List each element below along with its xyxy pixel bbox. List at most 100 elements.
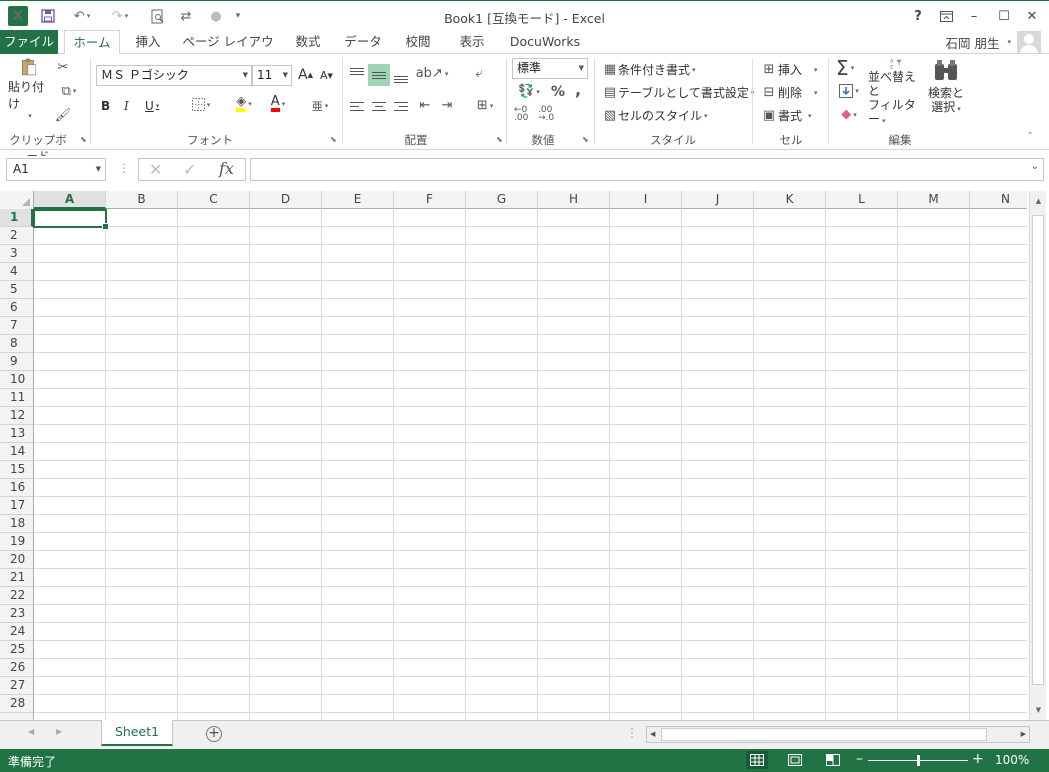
font-name-combo[interactable]: ＭＳ Ｐゴシック ▼ bbox=[96, 65, 252, 86]
row-header[interactable]: 2 bbox=[0, 227, 33, 245]
page-layout-view-icon[interactable] bbox=[784, 751, 806, 769]
row-header[interactable]: 22 bbox=[0, 587, 33, 605]
column-header[interactable]: F bbox=[394, 191, 466, 209]
row-header[interactable]: 3 bbox=[0, 245, 33, 263]
expand-formula-bar-icon[interactable]: ⌄ bbox=[1031, 161, 1039, 172]
row-header[interactable]: 8 bbox=[0, 335, 33, 353]
user-account[interactable]: 石岡 朋生 ▾ bbox=[946, 30, 1041, 54]
row-header[interactable]: 9 bbox=[0, 353, 33, 371]
zoom-in-button[interactable]: + bbox=[972, 751, 984, 767]
tab-split-handle[interactable]: ⋮ bbox=[626, 726, 638, 740]
alignment-launcher-icon[interactable]: ⬊ bbox=[496, 135, 503, 144]
find-select-button[interactable]: 検索と 選択 ▾ bbox=[928, 58, 964, 128]
row-header[interactable]: 15 bbox=[0, 461, 33, 479]
column-header[interactable]: N bbox=[970, 191, 1027, 209]
cut-icon[interactable]: ✂ bbox=[54, 58, 72, 76]
cancel-icon[interactable]: ✕ bbox=[149, 160, 162, 179]
align-right-icon[interactable] bbox=[392, 100, 410, 116]
phonetic-guide-icon[interactable]: 亜 ▾ bbox=[306, 98, 334, 114]
bottom-align-icon[interactable] bbox=[392, 68, 410, 84]
row-header[interactable]: 26 bbox=[0, 659, 33, 677]
add-sheet-button[interactable]: + bbox=[206, 726, 222, 742]
paste-dropdown[interactable]: ▾ bbox=[28, 112, 32, 120]
row-header[interactable]: 7 bbox=[0, 317, 33, 335]
collapse-ribbon-icon[interactable]: ˄ bbox=[1028, 132, 1033, 142]
zoom-slider-knob[interactable] bbox=[917, 755, 920, 766]
horizontal-scroll-thumb[interactable] bbox=[661, 728, 987, 741]
row-header[interactable]: 23 bbox=[0, 605, 33, 623]
active-cell[interactable] bbox=[33, 209, 109, 230]
italic-button[interactable]: I bbox=[124, 99, 129, 113]
column-header[interactable]: E bbox=[322, 191, 394, 209]
decrease-decimal-icon[interactable]: .00 →.0 bbox=[538, 106, 554, 123]
clipboard-launcher-icon[interactable]: ⬊ bbox=[80, 135, 87, 144]
zoom-slider[interactable] bbox=[868, 755, 968, 766]
column-header[interactable]: M bbox=[898, 191, 970, 209]
fill-icon[interactable]: ▾ bbox=[836, 84, 862, 98]
tab-data[interactable]: データ bbox=[340, 30, 386, 54]
page-break-view-icon[interactable] bbox=[822, 751, 844, 769]
align-center-icon[interactable] bbox=[370, 100, 388, 116]
number-format-combo[interactable]: 標準 ▼ bbox=[512, 58, 588, 79]
format-painter-icon[interactable]: 🖌 bbox=[54, 106, 72, 124]
select-all-button[interactable] bbox=[0, 191, 34, 209]
column-header[interactable]: L bbox=[826, 191, 898, 209]
row-header[interactable]: 16 bbox=[0, 479, 33, 497]
middle-align-icon[interactable] bbox=[368, 64, 390, 86]
help-button[interactable]: ? bbox=[906, 5, 930, 27]
name-box[interactable]: A1 ▼ bbox=[6, 158, 106, 181]
tab-insert[interactable]: 挿入 bbox=[128, 30, 168, 54]
maximize-button[interactable]: ☐ bbox=[992, 5, 1016, 27]
tab-file[interactable]: ファイル bbox=[0, 30, 58, 54]
row-header[interactable]: 18 bbox=[0, 515, 33, 533]
number-launcher-icon[interactable]: ⬊ bbox=[582, 135, 589, 144]
merge-center-icon[interactable]: ⊞ ▾ bbox=[470, 98, 500, 113]
normal-view-icon[interactable] bbox=[746, 751, 768, 769]
row-header[interactable]: 19 bbox=[0, 533, 33, 551]
row-header[interactable]: 17 bbox=[0, 497, 33, 515]
scroll-left-icon[interactable]: ◀ bbox=[650, 727, 655, 742]
zoom-out-button[interactable]: – bbox=[856, 751, 863, 767]
row-header[interactable]: 20 bbox=[0, 551, 33, 569]
column-header[interactable]: I bbox=[610, 191, 682, 209]
enter-icon[interactable]: ✓ bbox=[183, 160, 196, 179]
minimize-button[interactable]: – bbox=[962, 5, 986, 27]
insert-cells-button[interactable]: ⊞ 挿入 ▾ bbox=[760, 61, 818, 78]
ribbon-display-options-icon[interactable] bbox=[934, 5, 958, 27]
format-cells-button[interactable]: ▣ 書式 ▾ bbox=[760, 107, 812, 124]
close-button[interactable]: ✕ bbox=[1020, 5, 1044, 27]
next-sheet-icon[interactable]: ▶ bbox=[56, 727, 62, 736]
orientation-icon[interactable]: ab↗ ▾ bbox=[416, 66, 449, 81]
tab-formulas[interactable]: 数式 bbox=[286, 30, 330, 54]
row-header[interactable]: 25 bbox=[0, 641, 33, 659]
column-header[interactable]: J bbox=[682, 191, 754, 209]
row-header[interactable]: 12 bbox=[0, 407, 33, 425]
row-header[interactable]: 14 bbox=[0, 443, 33, 461]
font-color-icon[interactable]: A ▾ bbox=[262, 95, 294, 112]
row-header[interactable]: 13 bbox=[0, 425, 33, 443]
copy-icon[interactable]: ⧉ ▾ bbox=[54, 82, 84, 100]
tab-page-layout[interactable]: ページ レイアウト bbox=[180, 30, 276, 72]
conditional-formatting-button[interactable]: ▦ 条件付き書式 ▾ bbox=[602, 61, 696, 78]
decrease-indent-icon[interactable]: ⇤ bbox=[416, 98, 434, 113]
row-header[interactable]: 5 bbox=[0, 281, 33, 299]
horizontal-scrollbar[interactable]: ◀ ▶ bbox=[646, 726, 1030, 743]
row-header[interactable]: 11 bbox=[0, 389, 33, 407]
increase-decimal-icon[interactable]: ←0.00 bbox=[514, 106, 528, 123]
scroll-right-icon[interactable]: ▶ bbox=[1021, 727, 1026, 742]
zoom-level[interactable]: 100% bbox=[995, 753, 1029, 767]
row-header[interactable]: 21 bbox=[0, 569, 33, 587]
grow-font-button[interactable]: A ▲ bbox=[298, 67, 313, 83]
insert-function-icon[interactable]: fx bbox=[219, 159, 234, 178]
fill-color-icon[interactable]: ◈ ▾ bbox=[228, 95, 260, 112]
tab-home[interactable]: ホーム bbox=[64, 30, 120, 55]
tab-docuworks[interactable]: DocuWorks bbox=[504, 30, 586, 54]
currency-format-icon[interactable]: 💱 ▾ bbox=[514, 84, 544, 99]
column-header[interactable]: K bbox=[754, 191, 826, 209]
column-header[interactable]: G bbox=[466, 191, 538, 209]
clear-icon[interactable]: ◆ ▾ bbox=[836, 107, 862, 122]
cell-styles-button[interactable]: ▧ セルのスタイル ▾ bbox=[602, 107, 708, 124]
worksheet-grid[interactable]: ABCDEFGHIJKLMN 1 2 3 4 5 6 7 8 9 10 11 12 13 14 15 16 17… bbox=[0, 191, 1027, 720]
vertical-scrollbar[interactable]: ▲ ▼ bbox=[1029, 191, 1046, 720]
format-as-table-button[interactable]: ▤テーブルとして書式設定▾ bbox=[602, 84, 755, 101]
